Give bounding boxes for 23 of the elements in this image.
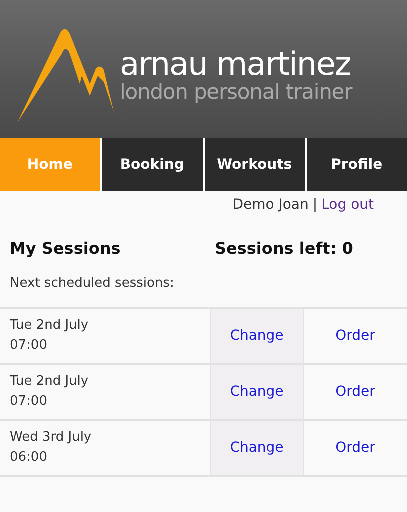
- session-time: 06:00: [10, 449, 48, 467]
- session-time: 07:00: [10, 393, 48, 411]
- sessions-left: Sessions left: 0: [215, 239, 354, 258]
- nav-tab[interactable]: Booking: [102, 138, 202, 191]
- session-date: Wed 3rd July: [10, 429, 93, 447]
- session-date: Tue 2nd July: [10, 317, 90, 335]
- change-link[interactable]: Change: [230, 440, 284, 456]
- logout-link[interactable]: Log out: [322, 197, 374, 219]
- order-link[interactable]: Order: [336, 328, 376, 344]
- separator: |: [312, 197, 318, 215]
- order-link[interactable]: Order: [336, 384, 376, 400]
- user-name: Demo Joan: [232, 197, 309, 215]
- session-date: Tue 2nd July: [10, 373, 90, 391]
- page-title: My Sessions: [10, 239, 122, 258]
- subtitle: Next scheduled sessions:: [9, 275, 176, 293]
- change-link[interactable]: Change: [230, 328, 284, 344]
- brand-tagline: london personal trainer: [120, 80, 352, 104]
- nav-tab[interactable]: Profile: [306, 138, 407, 191]
- order-link[interactable]: Order: [336, 440, 376, 456]
- nav-tab[interactable]: Workouts: [204, 138, 305, 191]
- session-time: 07:00: [10, 337, 48, 355]
- brand-name: arnau martinez: [120, 48, 352, 80]
- change-link[interactable]: Change: [230, 384, 284, 400]
